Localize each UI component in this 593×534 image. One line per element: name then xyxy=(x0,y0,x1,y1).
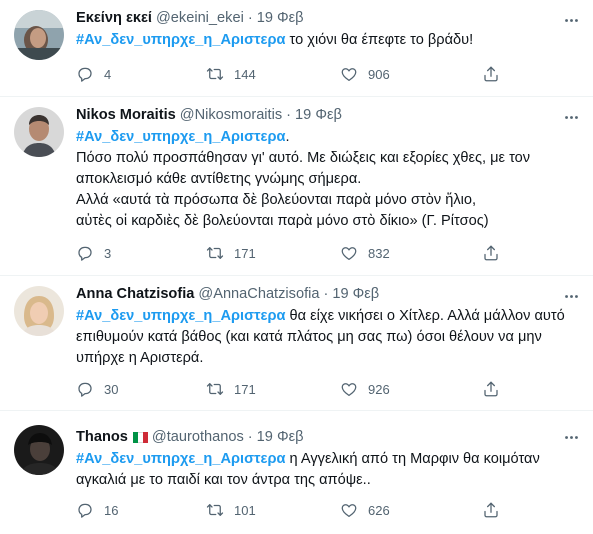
tweet-header: Nikos Moraitis @Nikosmoraitis · 19 Φεβ xyxy=(76,105,579,125)
retweet-button[interactable]: 101 xyxy=(206,501,256,519)
tweet-date[interactable]: 19 Φεβ xyxy=(295,105,342,125)
heart-icon xyxy=(341,68,357,82)
share-icon xyxy=(484,66,498,82)
tweet-text: #Αν_δεν_υπηρχε_η_Αριστερα θα είχε νικήσε… xyxy=(76,306,579,369)
author-handle[interactable]: @AnnaChatzisofia xyxy=(198,284,319,304)
share-icon xyxy=(484,502,498,518)
reply-count: 4 xyxy=(104,66,112,82)
tweet[interactable]: Thanos @taurothanos · 19 Φεβ #Αν_δεν_υπη… xyxy=(0,411,593,534)
retweet-button[interactable]: 171 xyxy=(206,244,256,262)
author-handle[interactable]: @Nikosmoraitis xyxy=(180,105,282,125)
tweet-date[interactable]: 19 Φεβ xyxy=(257,427,304,447)
share-icon xyxy=(484,381,498,397)
more-icon[interactable] xyxy=(561,286,581,306)
hashtag-link[interactable]: #Αν_δεν_υπηρχε_η_Αριστερα xyxy=(76,451,286,467)
heart-icon xyxy=(341,247,357,261)
more-icon[interactable] xyxy=(561,107,581,127)
separator-dot: · xyxy=(247,10,253,26)
reply-button[interactable]: 30 xyxy=(76,380,118,398)
retweet-button[interactable]: 144 xyxy=(206,65,256,83)
like-count: 906 xyxy=(368,66,390,82)
retweet-count: 171 xyxy=(234,245,256,261)
share-button[interactable] xyxy=(482,501,500,519)
hashtag-link[interactable]: #Αν_δεν_υπηρχε_η_Αριστερα xyxy=(76,32,286,48)
author-name[interactable]: Thanos xyxy=(76,427,128,447)
tweet-text: #Αν_δεν_υπηρχε_η_Αριστερα. Πόσο πολύ προ… xyxy=(76,127,579,232)
retweet-count: 171 xyxy=(234,381,256,397)
tweet-date[interactable]: 19 Φεβ xyxy=(332,284,379,304)
reply-count: 30 xyxy=(104,381,119,397)
like-count: 926 xyxy=(368,381,390,397)
tweet-text: #Αν_δεν_υπηρχε_η_Αριστερα η Αγγελική από… xyxy=(76,449,579,491)
retweet-count: 101 xyxy=(234,502,256,518)
author-handle[interactable]: @ekeini_ekei xyxy=(156,8,244,28)
share-button[interactable] xyxy=(482,380,500,398)
tweet-actions: 4 144 906 xyxy=(76,63,579,85)
reply-icon xyxy=(78,67,92,82)
reply-icon xyxy=(78,246,92,261)
hashtag-link[interactable]: #Αν_δεν_υπηρχε_η_Αριστερα xyxy=(76,308,286,324)
reply-button[interactable]: 3 xyxy=(76,244,111,262)
avatar[interactable] xyxy=(14,107,64,157)
separator-dot: · xyxy=(286,107,292,123)
tweet[interactable]: Εκείνη εκεί @ekeini_ekei · 19 Φεβ #Αν_δε… xyxy=(0,0,593,97)
share-icon xyxy=(484,245,498,261)
author-name[interactable]: Εκείνη εκεί xyxy=(76,8,152,28)
retweet-icon xyxy=(206,68,224,80)
tweet-feed: Εκείνη εκεί @ekeini_ekei · 19 Φεβ #Αν_δε… xyxy=(0,0,593,534)
reply-icon xyxy=(78,382,92,397)
tweet-header: Εκείνη εκεί @ekeini_ekei · 19 Φεβ xyxy=(76,8,579,28)
tweet-actions: 3 171 832 xyxy=(76,242,579,264)
author-handle[interactable]: @taurothanos xyxy=(152,427,244,447)
more-icon[interactable] xyxy=(561,10,581,30)
author-name[interactable]: Anna Chatzisofia xyxy=(76,284,194,304)
share-button[interactable] xyxy=(482,65,500,83)
retweet-count: 144 xyxy=(234,66,256,82)
tweet-actions: 30 171 926 xyxy=(76,378,579,400)
share-button[interactable] xyxy=(482,244,500,262)
hashtag-link[interactable]: #Αν_δεν_υπηρχε_η_Αριστερα xyxy=(76,129,286,145)
reply-icon xyxy=(78,503,92,518)
like-button[interactable]: 906 xyxy=(340,65,390,83)
italy-flag-icon xyxy=(132,431,148,443)
tweet-header: Anna Chatzisofia @AnnaChatzisofia · 19 Φ… xyxy=(76,284,579,304)
tweet[interactable]: Nikos Moraitis @Nikosmoraitis · 19 Φεβ #… xyxy=(0,97,593,276)
tweet-actions: 16 101 626 xyxy=(76,499,579,521)
reply-button[interactable]: 4 xyxy=(76,65,111,83)
tweet-header: Thanos @taurothanos · 19 Φεβ xyxy=(76,427,579,447)
more-icon[interactable] xyxy=(561,427,581,447)
separator-dot: · xyxy=(323,286,329,302)
like-count: 832 xyxy=(368,245,390,261)
reply-count: 16 xyxy=(104,502,119,518)
avatar[interactable] xyxy=(14,286,64,336)
reply-count: 3 xyxy=(104,245,112,261)
tweet-date[interactable]: 19 Φεβ xyxy=(257,8,304,28)
like-button[interactable]: 626 xyxy=(340,501,390,519)
retweet-button[interactable]: 171 xyxy=(206,380,256,398)
like-button[interactable]: 926 xyxy=(340,380,390,398)
avatar[interactable] xyxy=(14,425,64,475)
author-name[interactable]: Nikos Moraitis xyxy=(76,105,176,125)
heart-icon xyxy=(341,383,357,397)
like-count: 626 xyxy=(368,502,390,518)
tweet-text: #Αν_δεν_υπηρχε_η_Αριστερα το χιόνι θα έπ… xyxy=(76,30,579,51)
avatar[interactable] xyxy=(14,10,64,60)
retweet-icon xyxy=(206,504,224,516)
like-button[interactable]: 832 xyxy=(340,244,390,262)
tweet-text-body: το χιόνι θα έπεφτε το βράδυ! xyxy=(285,32,474,48)
heart-icon xyxy=(341,504,357,518)
retweet-icon xyxy=(206,247,224,259)
separator-dot: · xyxy=(247,429,253,445)
tweet[interactable]: Anna Chatzisofia @AnnaChatzisofia · 19 Φ… xyxy=(0,276,593,411)
reply-button[interactable]: 16 xyxy=(76,501,118,519)
retweet-icon xyxy=(206,383,224,395)
